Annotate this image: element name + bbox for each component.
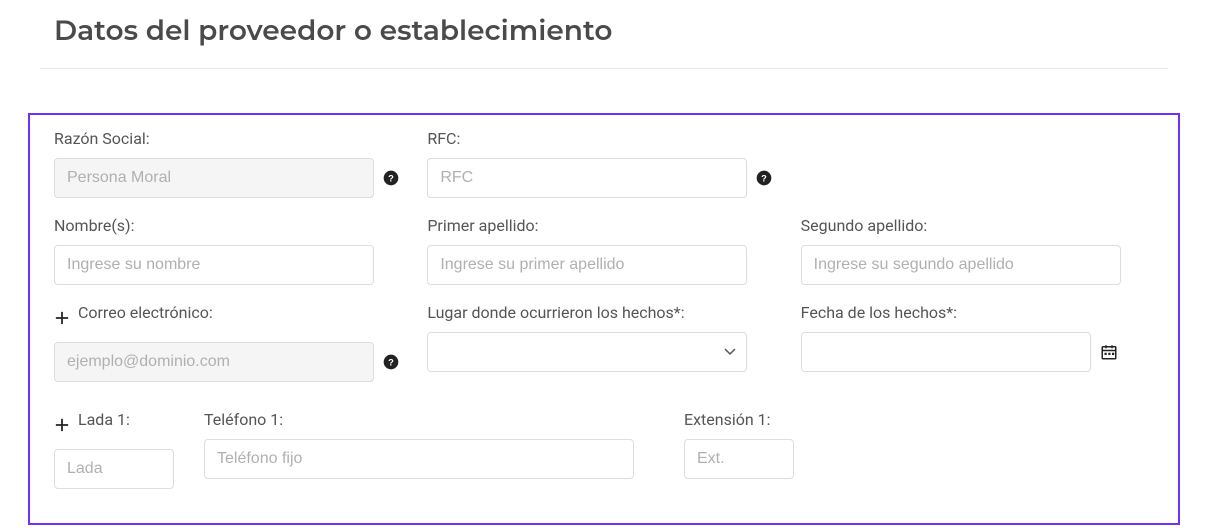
primer-apellido-label: Primer apellido: bbox=[427, 216, 780, 235]
razon-social-label: Razón Social: bbox=[54, 129, 407, 148]
help-icon[interactable]: ? bbox=[755, 169, 773, 187]
calendar-icon[interactable] bbox=[1099, 342, 1119, 362]
fecha-hechos-input[interactable] bbox=[801, 332, 1091, 372]
segundo-apellido-label: Segundo apellido: bbox=[801, 216, 1154, 235]
svg-text:?: ? bbox=[388, 357, 394, 367]
extension1-input[interactable] bbox=[684, 439, 794, 479]
page-title: Datos del proveedor o establecimiento bbox=[0, 0, 1208, 68]
lada1-input[interactable] bbox=[54, 449, 174, 489]
lugar-hechos-label: Lugar donde ocurrieron los hechos*: bbox=[427, 303, 780, 322]
nombres-label: Nombre(s): bbox=[54, 216, 407, 235]
form-container: Razón Social: ? RFC: ? Nombre(s): bbox=[28, 113, 1180, 525]
telefono1-label: Teléfono 1: bbox=[204, 410, 644, 429]
plus-icon[interactable] bbox=[54, 417, 70, 433]
extension1-label: Extensión 1: bbox=[684, 410, 804, 429]
lada1-label: Lada 1: bbox=[78, 410, 130, 429]
fecha-hechos-label: Fecha de los hechos*: bbox=[801, 303, 1154, 322]
razon-social-input[interactable] bbox=[54, 158, 374, 198]
rfc-label: RFC: bbox=[427, 129, 780, 148]
help-icon[interactable]: ? bbox=[382, 169, 400, 187]
correo-input[interactable] bbox=[54, 342, 374, 382]
correo-label: Correo electrónico: bbox=[78, 303, 213, 322]
help-icon[interactable]: ? bbox=[382, 353, 400, 371]
lugar-hechos-select[interactable] bbox=[427, 332, 747, 372]
nombres-input[interactable] bbox=[54, 245, 374, 285]
segundo-apellido-input[interactable] bbox=[801, 245, 1121, 285]
plus-icon[interactable] bbox=[54, 310, 70, 326]
section-divider bbox=[40, 68, 1168, 69]
telefono1-input[interactable] bbox=[204, 439, 634, 479]
svg-text:?: ? bbox=[761, 173, 767, 183]
primer-apellido-input[interactable] bbox=[427, 245, 747, 285]
svg-text:?: ? bbox=[388, 173, 394, 183]
rfc-input[interactable] bbox=[427, 158, 747, 198]
